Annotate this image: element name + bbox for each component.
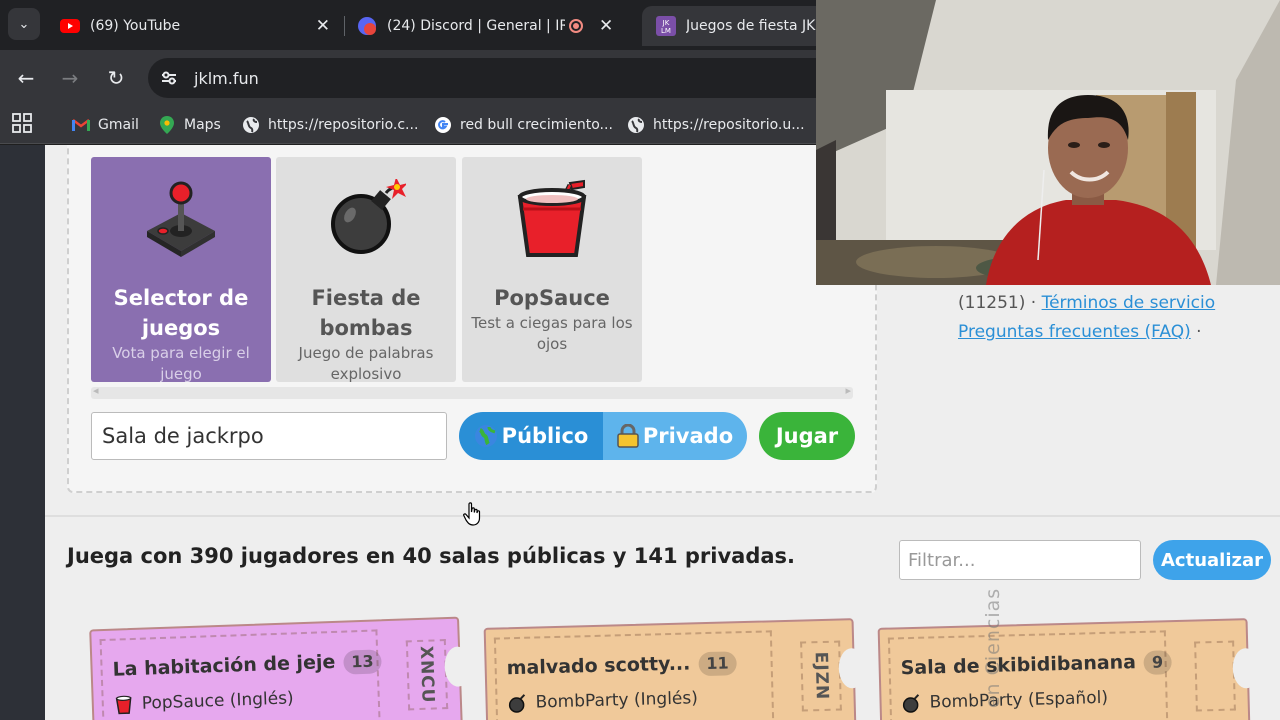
- jklm-icon: JK LM: [656, 16, 676, 36]
- create-room-card: Selector de juegos Vota para elegir el j…: [67, 145, 877, 493]
- separator: ·: [1196, 322, 1202, 342]
- reload-button[interactable]: ↻: [100, 62, 132, 94]
- bomb-icon: [331, 179, 406, 254]
- game-name: Selector de juegos: [113, 286, 249, 340]
- player-count-badge: 9: [1143, 650, 1172, 675]
- apps-button[interactable]: [12, 113, 32, 137]
- room-code: XNCU: [415, 645, 438, 704]
- terms-link[interactable]: Términos de servicio: [1042, 293, 1216, 313]
- play-button[interactable]: Jugar: [759, 412, 855, 460]
- gmail-icon: [72, 116, 90, 134]
- tab-title: (69) YouTube: [90, 18, 181, 34]
- arrow-left-icon: ←: [17, 66, 35, 90]
- lobby-stats: Juega con 390 jugadores en 40 salas públ…: [67, 544, 796, 568]
- room-name-text: Sala de skibidibanana: [900, 651, 1137, 680]
- bookmark-label: Maps: [184, 117, 221, 133]
- youtube-icon: [60, 18, 80, 34]
- player-count-badge: 11: [698, 651, 737, 677]
- room-filter-input[interactable]: Filtrar...: [899, 540, 1141, 580]
- public-label: Público: [501, 424, 589, 448]
- player-count-badge: 13: [342, 649, 382, 675]
- close-icon[interactable]: ✕: [316, 16, 330, 36]
- game-description: Juego de palabras explosivo: [298, 344, 434, 383]
- bomb-icon: [508, 694, 526, 713]
- room-ticket[interactable]: Sala de skibidibanana 9 BombParty (Españo…: [877, 618, 1260, 720]
- webcam-image: [816, 0, 1280, 285]
- room-visibility-toggle[interactable]: Público Privado: [459, 412, 747, 460]
- game-name: PopSauce: [494, 286, 610, 310]
- joystick-icon: [147, 181, 215, 257]
- webcam-overlay: [816, 0, 1280, 285]
- room-name-text: malvado scotty...: [506, 652, 691, 680]
- red-cup-icon: [115, 695, 132, 715]
- google-icon: [434, 116, 452, 134]
- room-code: EJZN: [810, 651, 832, 701]
- private-label: Privado: [642, 424, 734, 448]
- globe-icon: [474, 425, 497, 447]
- back-button[interactable]: ←: [10, 62, 42, 94]
- bomb-icon: [902, 694, 920, 713]
- svg-text:LM: LM: [661, 27, 671, 35]
- bookmark-gmail[interactable]: Gmail: [72, 114, 139, 136]
- game-tile-popsauce[interactable]: PopSauce Test a ciegas para los ojos: [462, 157, 642, 382]
- bookmark-red-bull[interactable]: red bull crecimiento...: [434, 114, 613, 136]
- overlay-caption-text: en Ciencias: [982, 587, 1005, 708]
- game-description: Test a ciegas para los ojos: [471, 314, 633, 353]
- maps-icon: [158, 116, 176, 134]
- chevron-down-icon: ⌄: [18, 16, 30, 32]
- room-name-input[interactable]: Sala de jackrpo: [91, 412, 447, 460]
- public-option[interactable]: Público: [459, 412, 603, 460]
- red-cup-icon: [517, 179, 587, 257]
- separator: ·: [1030, 293, 1037, 313]
- close-icon[interactable]: ✕: [599, 16, 613, 36]
- bookmark-maps[interactable]: Maps: [158, 114, 221, 136]
- section-divider: [45, 515, 1280, 517]
- private-option[interactable]: Privado: [603, 412, 747, 460]
- tab-title: (24) Discord | General | IRON: [387, 18, 565, 34]
- game-list-scrollbar[interactable]: [91, 384, 853, 399]
- bookmark-repositorio-c[interactable]: https://repositorio.c...: [242, 114, 418, 136]
- bookmark-label: https://repositorio.u...: [653, 117, 805, 133]
- game-description: Vota para elegir el juego: [112, 344, 250, 383]
- bookmark-repositorio-u[interactable]: https://repositorio.u...: [627, 114, 805, 136]
- bookmark-label: red bull crecimiento...: [460, 117, 613, 133]
- tab-search-button[interactable]: ⌄: [8, 8, 40, 40]
- forward-button[interactable]: →: [54, 62, 86, 94]
- bookmark-label: Gmail: [98, 117, 139, 133]
- globe-icon: [242, 116, 260, 134]
- tab-jklm[interactable]: JK LM Juegos de fiesta JKLM: [642, 6, 842, 46]
- refresh-button[interactable]: Actualizar: [1153, 540, 1271, 580]
- url-text: jklm.fun: [194, 68, 259, 88]
- arrow-right-icon: →: [61, 66, 79, 90]
- tab-title: Juegos de fiesta JKLM: [686, 18, 828, 34]
- hand-pointer-icon: [463, 502, 481, 526]
- reload-icon: ↻: [107, 66, 125, 90]
- globe-icon: [627, 116, 645, 134]
- game-name: Fiesta de bombas: [311, 286, 421, 340]
- site-settings-icon[interactable]: [154, 63, 184, 93]
- svg-text:JK: JK: [662, 19, 670, 27]
- recording-icon: [569, 19, 583, 33]
- discord-icon: [357, 17, 377, 35]
- apps-grid-icon: [12, 113, 32, 137]
- game-tile-selector[interactable]: Selector de juegos Vota para elegir el j…: [91, 157, 271, 383]
- footer-links: (11251) · Términos de servicio Preguntas…: [958, 289, 1278, 347]
- room-game-label: BombParty (Inglés): [535, 688, 699, 713]
- room-ticket[interactable]: XNCU La habitación de jeje 13 PopSauce (I…: [89, 616, 472, 720]
- room-ticket[interactable]: EJZN malvado scotty... 11 BombParty (Ingl…: [483, 618, 866, 720]
- tab-youtube[interactable]: (69) YouTube ✕: [46, 6, 344, 46]
- game-tile-bombparty[interactable]: Fiesta de bombas Juego de palabras explo…: [276, 157, 456, 383]
- online-count: (11251): [958, 293, 1026, 313]
- faq-link[interactable]: Preguntas frecuentes (FAQ): [958, 322, 1191, 342]
- overlay-caption: en Ciencias: [980, 575, 1006, 720]
- tab-discord[interactable]: (24) Discord | General | IRON ✕: [343, 6, 639, 46]
- lock-icon: [617, 424, 639, 448]
- bookmark-label: https://repositorio.c...: [268, 117, 419, 133]
